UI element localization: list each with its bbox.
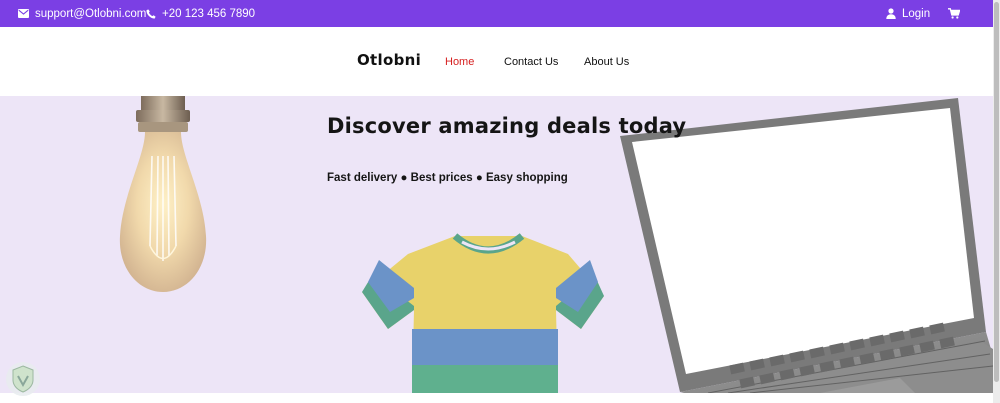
envelope-icon [18, 9, 29, 18]
brand-logo[interactable]: Otlobni [357, 51, 421, 69]
contact-phone[interactable]: +20 123 456 7890 [146, 0, 255, 27]
hero-title: Discover amazing deals today [327, 114, 687, 138]
nav-home[interactable]: Home [445, 56, 474, 68]
nav-about-us[interactable]: About Us [584, 56, 629, 68]
vertical-scrollbar-thumb[interactable] [994, 2, 999, 382]
shield-badge-icon[interactable] [4, 359, 42, 403]
login-label: Login [902, 7, 931, 20]
cart-button[interactable] [948, 0, 960, 27]
main-navbar: Otlobni Home Contact Us About Us [0, 27, 993, 96]
user-icon [886, 8, 896, 19]
contact-email-text: support@Otlobni.com [35, 7, 147, 20]
page-content-edge [0, 393, 993, 403]
laptop-image [620, 98, 993, 393]
top-bar: support@Otlobni.com +20 123 456 7890 Log… [0, 0, 993, 27]
contact-email[interactable]: support@Otlobni.com [18, 0, 146, 27]
phone-icon [146, 8, 156, 19]
light-bulb-image [119, 96, 207, 292]
tshirt-image [362, 233, 604, 393]
hero-banner: Discover amazing deals today Fast delive… [0, 96, 993, 393]
cart-icon [948, 8, 960, 19]
nav-contact-us[interactable]: Contact Us [504, 56, 558, 68]
hero-subtitle: Fast delivery ● Best prices ● Easy shopp… [327, 172, 568, 184]
hero-illustration [119, 96, 993, 393]
contact-phone-text: +20 123 456 7890 [162, 7, 256, 20]
login-link[interactable]: Login [886, 0, 930, 27]
